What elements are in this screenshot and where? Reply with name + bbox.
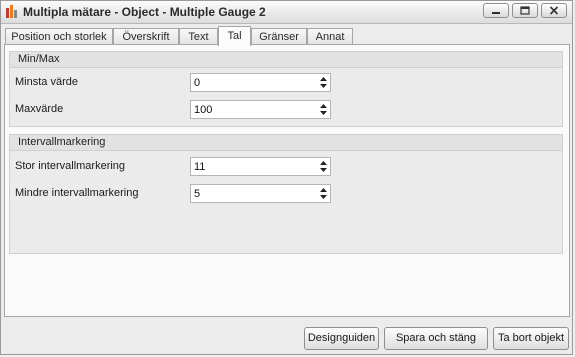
window-title: Multipla mätare - Object - Multiple Gaug… [23,5,266,19]
major-interval-input[interactable]: 11 [194,161,205,173]
spin-down-icon[interactable] [318,166,328,174]
major-interval-label: Stor intervallmarkering [15,160,126,172]
gauge-app-icon [6,5,18,18]
tab-overskrift[interactable]: Överskrift [113,28,179,45]
group-interval-title: Intervallmarkering [10,135,562,151]
tab-text[interactable]: Text [179,28,218,45]
maximize-icon [520,6,530,15]
min-value-spinner[interactable]: 0 [190,73,331,92]
spin-down-icon[interactable] [318,193,328,201]
close-button[interactable] [541,3,567,18]
design-wizard-button[interactable]: Designguiden [304,327,379,350]
tab-tal[interactable]: Tal [218,26,251,46]
min-value-input[interactable]: 0 [194,77,200,89]
group-interval: Intervallmarkering Stor intervallmarkeri… [9,134,563,254]
max-value-spinner[interactable]: 100 [190,100,331,119]
group-minmax-title: Min/Max [10,52,562,68]
close-icon [549,6,559,15]
dialog-window: Multipla mätare - Object - Multiple Gaug… [0,0,573,355]
minor-interval-input[interactable]: 5 [194,188,200,200]
save-and-close-button[interactable]: Spara och stäng [384,327,488,350]
major-interval-spinner[interactable]: 11 [190,157,331,176]
group-minmax: Min/Max Minsta värde 0 Maxvärde 100 [9,51,563,127]
minor-interval-label: Mindre intervallmarkering [15,187,139,199]
tab-granser[interactable]: Gränser [251,28,307,45]
delete-object-button[interactable]: Ta bort objekt [493,327,569,350]
title-bar[interactable]: Multipla mätare - Object - Multiple Gaug… [1,1,572,24]
max-value-label: Maxvärde [15,103,64,115]
minimize-icon [492,11,500,14]
tab-position-och-storlek[interactable]: Position och storlek [5,28,113,45]
max-value-input[interactable]: 100 [194,104,212,116]
tab-annat[interactable]: Annat [307,28,353,45]
spin-down-icon[interactable] [318,109,328,117]
minor-interval-spinner[interactable]: 5 [190,184,331,203]
maximize-button[interactable] [512,3,538,18]
min-value-label: Minsta värde [15,76,78,88]
spin-down-icon[interactable] [318,82,328,90]
minimize-button[interactable] [483,3,509,18]
tab-panel-tal: Min/Max Minsta värde 0 Maxvärde 100 Inte… [4,44,570,317]
